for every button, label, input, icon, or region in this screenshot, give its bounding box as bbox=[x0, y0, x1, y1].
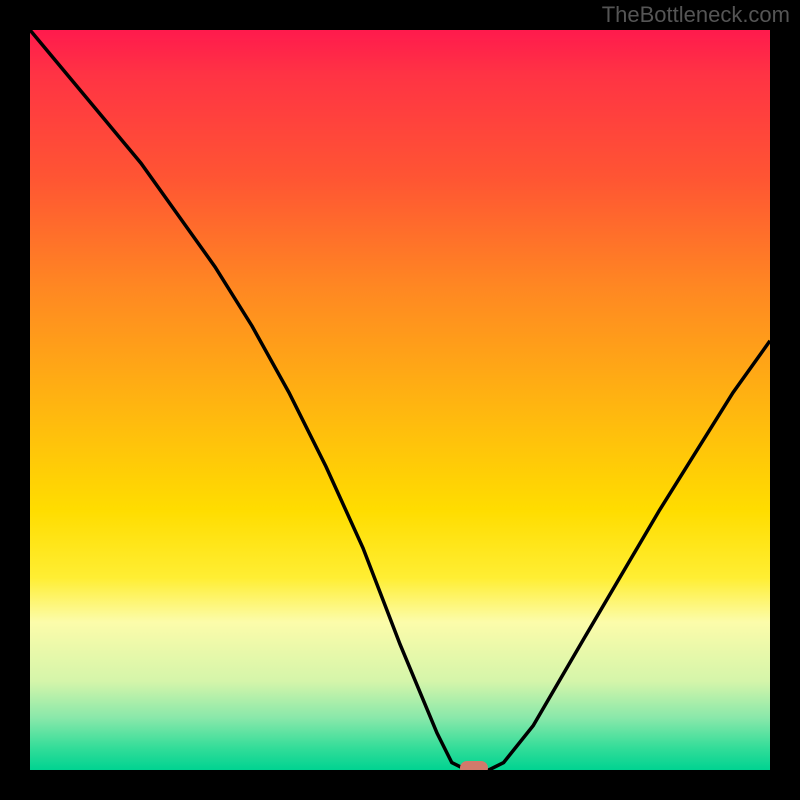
chart-container: TheBottleneck.com bbox=[0, 0, 800, 800]
optimal-marker bbox=[460, 761, 488, 770]
curve-svg bbox=[30, 30, 770, 770]
bottleneck-curve-path bbox=[30, 30, 770, 770]
watermark-text: TheBottleneck.com bbox=[602, 2, 790, 28]
plot-area bbox=[30, 30, 770, 770]
